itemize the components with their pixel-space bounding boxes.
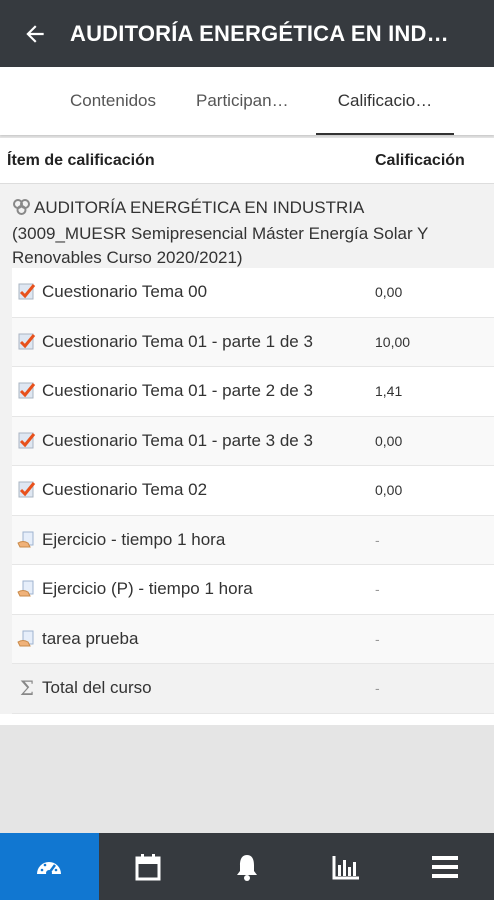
course-total-label: Total del curso bbox=[42, 678, 152, 698]
grade-value: 0,00 bbox=[375, 432, 403, 449]
grade-item-name: Cuestionario Tema 00 bbox=[42, 282, 208, 302]
tab-participantes[interactable]: Participan… bbox=[150, 67, 314, 135]
back-button[interactable] bbox=[0, 0, 70, 67]
grade-value: 0,00 bbox=[375, 482, 403, 499]
bell-icon bbox=[236, 854, 257, 881]
table-row[interactable]: Cuestionario Tema 00 0,00 bbox=[12, 268, 494, 318]
nav-grades[interactable] bbox=[296, 833, 395, 900]
nav-dashboard[interactable] bbox=[0, 833, 99, 900]
category-icon bbox=[12, 198, 34, 222]
course-total-row: Σ Total del curso - bbox=[12, 664, 494, 714]
assignment-icon bbox=[12, 629, 42, 649]
grade-item-name: tarea prueba bbox=[42, 628, 139, 648]
course-total-value: - bbox=[375, 680, 380, 697]
table-row[interactable]: Ejercicio - tiempo 1 hora - bbox=[12, 515, 494, 565]
course-category-row: AUDITORÍA ENERGÉTICA EN INDUSTRIA (3009_… bbox=[0, 184, 494, 268]
column-header-item: Ítem de calificación bbox=[7, 151, 155, 169]
table-row[interactable]: Cuestionario Tema 01 - parte 3 de 3 0,00 bbox=[12, 416, 494, 466]
grades-chart-icon bbox=[332, 855, 359, 879]
quiz-icon bbox=[12, 282, 42, 302]
table-header: Ítem de calificación Calificación bbox=[0, 138, 494, 184]
app-bar: AUDITORÍA ENERGÉTICA EN INDUSTRIA bbox=[0, 0, 494, 67]
quiz-icon bbox=[12, 431, 42, 451]
grade-value: 10,00 bbox=[375, 333, 411, 350]
page-title: AUDITORÍA ENERGÉTICA EN INDUSTRIA bbox=[70, 20, 455, 46]
grade-value: - bbox=[375, 581, 380, 598]
assignment-icon bbox=[12, 579, 42, 599]
assignment-icon bbox=[12, 530, 42, 550]
grade-value: - bbox=[375, 531, 380, 548]
nav-menu[interactable] bbox=[395, 833, 494, 900]
grade-item-name: Cuestionario Tema 02 bbox=[42, 480, 208, 500]
quiz-icon bbox=[12, 332, 42, 352]
table-row[interactable]: Cuestionario Tema 01 - parte 2 de 3 1,41 bbox=[12, 367, 494, 417]
grade-item-name: Cuestionario Tema 01 - parte 2 de 3 bbox=[42, 381, 313, 401]
tab-contenidos[interactable]: Contenidos bbox=[0, 67, 156, 135]
grade-items-list: Cuestionario Tema 00 0,00 Cuestionario T… bbox=[0, 268, 494, 714]
arrow-back-icon bbox=[26, 24, 44, 43]
grade-item-name: Ejercicio - tiempo 1 hora bbox=[42, 529, 226, 549]
course-name: AUDITORÍA ENERGÉTICA EN INDUSTRIA (3009_… bbox=[12, 198, 429, 267]
calendar-icon bbox=[135, 853, 161, 880]
grade-value: 0,00 bbox=[375, 284, 403, 301]
menu-icon bbox=[431, 855, 458, 878]
column-header-grade: Calificación bbox=[375, 151, 465, 169]
dashboard-icon bbox=[37, 861, 62, 876]
grade-item-name: Ejercicio (P) - tiempo 1 hora bbox=[42, 579, 253, 599]
table-row[interactable]: tarea prueba - bbox=[12, 614, 494, 664]
table-row[interactable]: Ejercicio (P) - tiempo 1 hora - bbox=[12, 565, 494, 615]
table-row[interactable]: Cuestionario Tema 01 - parte 1 de 3 10,0… bbox=[12, 317, 494, 367]
tab-bar: Contenidos Participan… Calificacio… bbox=[0, 67, 494, 135]
grade-value: - bbox=[375, 630, 380, 647]
grades-table: Ítem de calificación Calificación AUDITO… bbox=[0, 138, 494, 725]
quiz-icon bbox=[12, 480, 42, 500]
grade-item-name: Cuestionario Tema 01 - parte 3 de 3 bbox=[42, 430, 313, 450]
grade-item-name: Cuestionario Tema 01 - parte 1 de 3 bbox=[42, 331, 313, 351]
nav-notifications[interactable] bbox=[198, 833, 297, 900]
table-row[interactable]: Cuestionario Tema 02 0,00 bbox=[12, 466, 494, 516]
sigma-icon: Σ bbox=[19, 676, 35, 701]
bottom-navigation bbox=[0, 833, 494, 900]
nav-calendar[interactable] bbox=[99, 833, 198, 900]
grade-value: 1,41 bbox=[375, 383, 403, 400]
quiz-icon bbox=[12, 381, 42, 401]
tab-calificaciones[interactable]: Calificacio… bbox=[316, 67, 454, 135]
